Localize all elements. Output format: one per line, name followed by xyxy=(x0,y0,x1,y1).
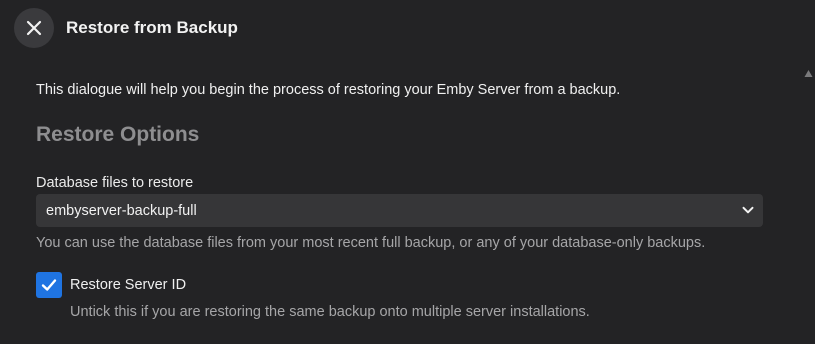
scroll-up-button[interactable] xyxy=(804,69,813,78)
scroll-up-arrow-icon xyxy=(804,70,813,77)
database-files-select[interactable]: embyserver-backup-full xyxy=(36,194,763,227)
database-files-selected-value: embyserver-backup-full xyxy=(46,203,197,219)
dialog-header: Restore from Backup xyxy=(0,0,815,57)
restore-backup-dialog: Restore from Backup This dialogue will h… xyxy=(0,0,815,344)
close-button[interactable] xyxy=(14,8,54,48)
checkmark-icon xyxy=(41,279,57,291)
restore-server-id-option[interactable]: Restore Server ID xyxy=(36,272,436,298)
dialog-title: Restore from Backup xyxy=(66,18,238,37)
restore-options-heading: Restore Options xyxy=(36,123,200,146)
close-icon xyxy=(26,20,42,36)
restore-server-id-help-text: Untick this if you are restoring the sam… xyxy=(70,304,590,320)
database-files-label: Database files to restore xyxy=(36,175,194,191)
chevron-down-icon xyxy=(742,206,754,214)
restore-server-id-label: Restore Server ID xyxy=(70,277,187,293)
dialog-intro-text: This dialogue will help you begin the pr… xyxy=(36,82,621,98)
restore-server-id-checkbox[interactable] xyxy=(36,272,62,298)
database-files-help-text: You can use the database files from your… xyxy=(36,235,706,251)
